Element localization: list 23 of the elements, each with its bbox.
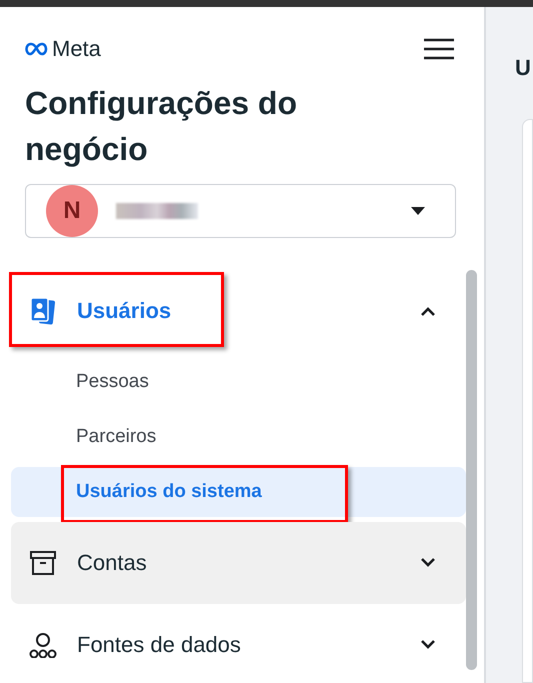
- people-network-icon: [29, 632, 57, 658]
- nav-item[interactable]: Parceiros: [11, 412, 466, 462]
- section-label: Contas: [77, 550, 147, 576]
- id-badge-icon: [30, 297, 56, 325]
- menu-icon[interactable]: [424, 38, 454, 60]
- section-label: Fontes de dados: [77, 632, 241, 658]
- main-heading: U: [515, 55, 531, 81]
- nav-section[interactable]: Usuários: [11, 270, 466, 352]
- nav-section[interactable]: Contas: [11, 522, 466, 604]
- nav-item-label: Usuários do sistema: [76, 481, 262, 503]
- section-label: Usuários: [77, 298, 172, 324]
- infinity-logo-icon: [25, 42, 49, 56]
- avatar: N: [46, 185, 98, 237]
- scrollbar[interactable]: [466, 270, 477, 670]
- caret-icon: [411, 207, 425, 215]
- page-title: Configurações do negócio: [25, 84, 298, 169]
- nav-item[interactable]: Pessoas: [11, 357, 466, 407]
- nav-section[interactable]: Fontes de dados: [11, 604, 466, 683]
- brand-name: Meta: [52, 36, 101, 62]
- nav-item-label: Pessoas: [76, 371, 149, 393]
- nav-item-label: Parceiros: [76, 426, 156, 448]
- account-dropdown[interactable]: N: [25, 184, 456, 238]
- archive-box-icon: [30, 551, 56, 575]
